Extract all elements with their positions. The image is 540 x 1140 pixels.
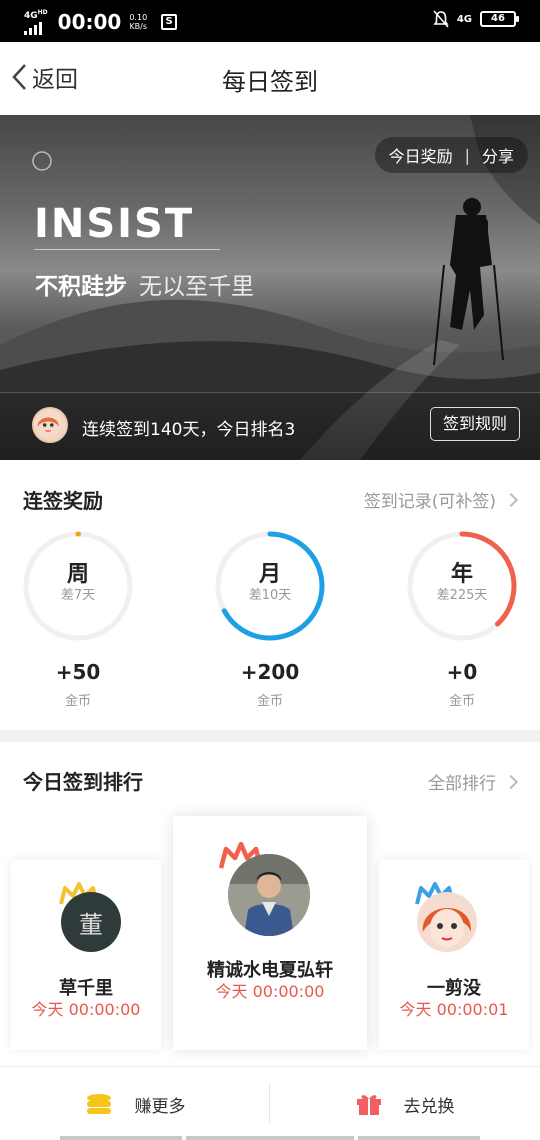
network-type: 4G [24, 11, 38, 21]
bottom-action-bar: 赚更多 去兑换 [0, 1066, 540, 1140]
ranking-first[interactable]: 精诚水电夏弘轩 今天 00:00:00 [173, 816, 367, 1050]
battery-icon: 46 [480, 11, 519, 27]
reward-ring: 月差10天 [214, 530, 326, 642]
ranking-second[interactable]: 董 草千里 今天 00:00:00 [11, 860, 161, 1050]
today-reward-link[interactable]: 今日奖励 [389, 143, 453, 167]
reward-unit: 金币 [256, 694, 283, 709]
reward-amount: +0 金币 [406, 660, 518, 709]
signin-stat: 连续签到140天，今日排名3 [82, 420, 296, 440]
earn-more-label: 赚更多 [134, 1096, 186, 1117]
network-speed: 0.10 KB/s [129, 12, 148, 31]
banner-slogan: 不积跬步 无以至千里 [35, 267, 254, 301]
reward-unit: 金币 [64, 694, 91, 709]
status-bar: 4GHD 00:00 0.10 KB/s S 4G 46 [0, 0, 540, 42]
share-button[interactable]: 分享 [482, 143, 514, 167]
gift-icon [356, 1095, 381, 1115]
avatar [417, 892, 477, 952]
banner-divider [34, 249, 220, 250]
reward-value: +0 [446, 660, 478, 684]
reward-ring: 年差225天 [406, 530, 518, 642]
streak-rewards-card: 连签奖励 签到记录(可补签) 周差7天月差10天年差225天 +50 金币 +200… [0, 460, 540, 730]
ranking-card: 今日签到排行 全部排行 董 草千里 今天 00:00:00 一剪没 今天 00:… [0, 742, 540, 1066]
share-separator: | [464, 145, 470, 165]
user-avatar[interactable] [32, 407, 68, 443]
ranking-time: 今天 00:00:01 [399, 1000, 509, 1019]
nav-indicator [60, 1136, 182, 1140]
status-time: 00:00 [57, 9, 122, 34]
reward-unit: 金币 [448, 694, 475, 709]
reward-value: +50 [55, 660, 101, 684]
signin-record-link[interactable]: 签到记录(可补签) [363, 487, 519, 512]
exchange-button[interactable]: 去兑换 [270, 1067, 540, 1140]
exchange-label: 去兑换 [403, 1096, 455, 1117]
reward-amount: +200 金币 [214, 660, 326, 709]
ring-remaining: 差10天 [248, 588, 292, 603]
banner: 今日奖励 | 分享 INSIST 不积跬步 无以至千里 连续签到140天，今日排… [0, 115, 540, 460]
mute-bell-icon [433, 10, 449, 28]
nav-bar: 返回 每日签到 [0, 42, 540, 115]
reward-ring: 周差7天 [22, 530, 134, 642]
reward-amount: +50 金币 [22, 660, 134, 709]
page-title: 每日签到 [222, 68, 318, 96]
chevron-right-icon [503, 492, 519, 507]
ranking-time: 今天 00:00:00 [215, 982, 325, 1001]
ranking-title: 今日签到排行 [23, 770, 143, 794]
avatar [228, 854, 310, 936]
ranking-third[interactable]: 一剪没 今天 00:00:01 [379, 860, 529, 1050]
banner-headline: INSIST [34, 201, 195, 247]
nav-indicator [186, 1136, 354, 1140]
ring-remaining: 差7天 [60, 588, 96, 603]
reward-rings: 周差7天月差10天年差225天 [0, 530, 540, 650]
earn-more-button[interactable]: 赚更多 [0, 1067, 270, 1140]
reward-value: +200 [240, 660, 300, 684]
avatar: 董 [61, 892, 121, 952]
slogan-sub: 无以至千里 [139, 274, 254, 300]
coin-stack-icon [86, 1094, 111, 1114]
all-ranking-link[interactable]: 全部排行 [428, 769, 519, 794]
network-hd: HD [37, 9, 48, 16]
share-pill: 今日奖励 | 分享 [374, 137, 528, 173]
rewards-title: 连签奖励 [23, 489, 103, 513]
signin-rules-button[interactable]: 签到规则 [429, 407, 520, 441]
signin-record-label: 签到记录(可补签) [363, 492, 496, 512]
ring-remaining: 差225天 [436, 588, 488, 603]
avatar-char: 董 [79, 910, 103, 939]
s-app-icon: S [161, 13, 178, 30]
banner-footer: 连续签到140天，今日排名3 签到规则 [0, 392, 540, 460]
all-ranking-label: 全部排行 [428, 774, 496, 794]
signal-icon: 4GHD [24, 8, 48, 35]
ranking-time: 今天 00:00:00 [31, 1000, 141, 1019]
nav-indicator [358, 1136, 480, 1140]
network-type-right: 4G [456, 13, 472, 25]
chevron-right-icon [503, 774, 519, 789]
slogan-main: 不积跬步 [35, 274, 127, 300]
